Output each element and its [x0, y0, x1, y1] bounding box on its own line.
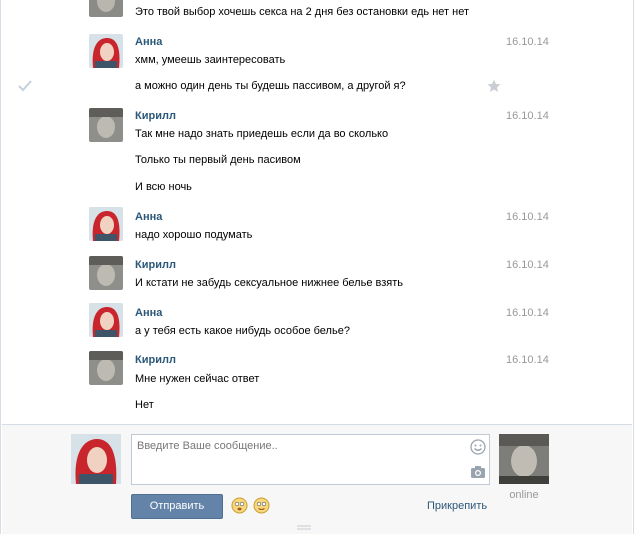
- message-composer: online Отправить Прикрепить: [2, 424, 632, 534]
- my-avatar[interactable]: [71, 434, 121, 484]
- message-date: 16.10.14: [506, 211, 549, 223]
- message-history: Это твой выбор хочешь секса на 2 дня без…: [2, 0, 632, 424]
- avatar-anna[interactable]: [89, 303, 123, 337]
- avatar-kirill[interactable]: [89, 351, 123, 385]
- send-button[interactable]: Отправить: [131, 494, 223, 519]
- message-date: 16.10.14: [506, 110, 549, 122]
- resize-handle-icon[interactable]: [297, 525, 311, 531]
- message-text: хмм, умеешь заинтересовать: [135, 54, 286, 66]
- avatar-kirill[interactable]: [89, 108, 123, 142]
- avatar-kirill[interactable]: [89, 256, 123, 290]
- message-author[interactable]: Анна: [135, 36, 162, 48]
- message-author[interactable]: Кирилл: [135, 110, 176, 122]
- attach-link[interactable]: Прикрепить: [427, 500, 487, 512]
- message-text: а можно один день ты будешь пассивом, а …: [135, 80, 406, 92]
- message-text: Только ты первый день пасивом: [135, 154, 301, 166]
- camera-icon[interactable]: [470, 465, 486, 479]
- star-icon[interactable]: [487, 79, 501, 93]
- message-text: Так мне надо знать приедешь если да во с…: [135, 128, 389, 140]
- message-date: 16.10.14: [506, 36, 549, 48]
- message-text: И всю ночь: [135, 181, 192, 193]
- dialog-frame: Это твой выбор хочешь секса на 2 дня без…: [0, 0, 634, 534]
- message-author[interactable]: Кирилл: [135, 354, 176, 366]
- emoji-icon[interactable]: [231, 497, 248, 514]
- message-author[interactable]: Кирилл: [135, 259, 176, 271]
- message-text: И кстати не забудь сексуальное нижнее бе…: [135, 277, 403, 289]
- message-date: 16.10.14: [506, 354, 549, 366]
- message-input[interactable]: [132, 435, 462, 484]
- emoji-icon[interactable]: [253, 497, 270, 514]
- message-text: Это твой выбор хочешь секса на 2 дня без…: [135, 6, 470, 18]
- peer-avatar[interactable]: [499, 434, 549, 484]
- message-text: а у тебя есть какое нибудь особое белье?: [135, 325, 350, 337]
- message-date: 16.10.14: [506, 259, 549, 271]
- message-input-box: [131, 434, 490, 485]
- avatar-anna[interactable]: [89, 34, 123, 68]
- message-text: Мне нужен сейчас ответ: [135, 373, 260, 385]
- message-text: надо хорошо подумать: [135, 229, 253, 241]
- message-author[interactable]: Анна: [135, 211, 162, 223]
- online-status: online: [509, 489, 539, 501]
- smile-icon[interactable]: [470, 439, 486, 455]
- message-text: Нет: [135, 399, 154, 411]
- avatar-anna[interactable]: [89, 207, 123, 241]
- message-date: 16.10.14: [506, 307, 549, 319]
- avatar-kirill[interactable]: [89, 0, 123, 17]
- message-author[interactable]: Анна: [135, 307, 162, 319]
- check-icon[interactable]: [18, 80, 32, 92]
